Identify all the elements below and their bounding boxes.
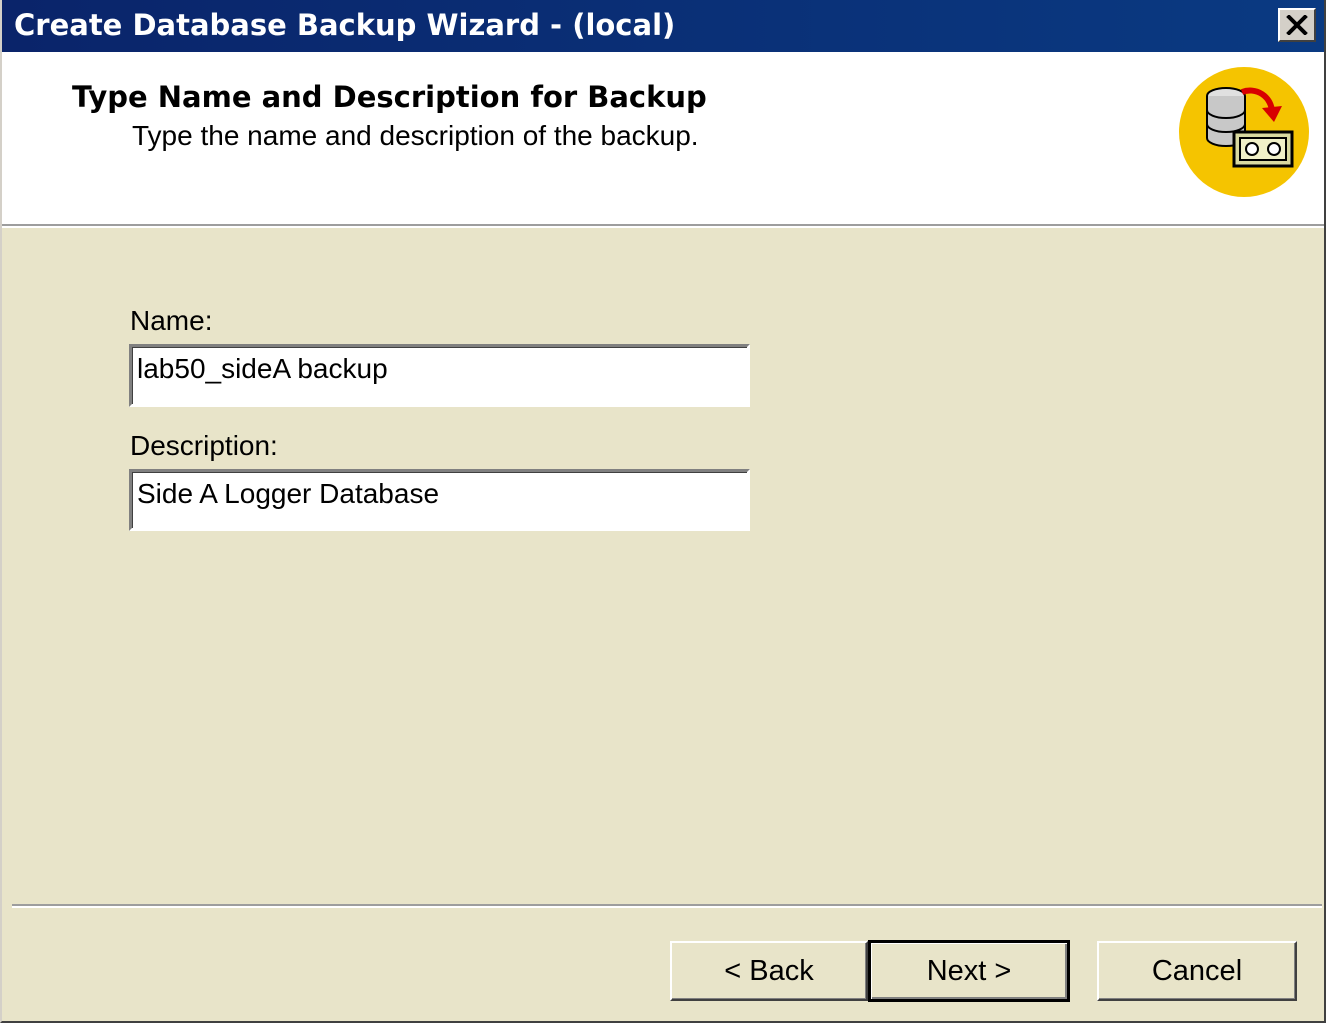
name-field[interactable]: lab50_sideA backup (129, 344, 750, 407)
footer-divider-highlight (12, 906, 1322, 908)
database-backup-icon (1179, 67, 1309, 197)
title-bar[interactable]: Create Database Backup Wizard - (local) (2, 0, 1324, 52)
name-label: Name: (130, 305, 213, 336)
back-button[interactable]: < Back (670, 941, 868, 1001)
close-icon (1286, 15, 1308, 35)
window-title: Create Database Backup Wizard - (local) (14, 8, 676, 42)
cancel-button[interactable]: Cancel (1097, 941, 1297, 1001)
close-button[interactable] (1278, 8, 1316, 42)
header-divider-highlight (2, 226, 1324, 228)
page-title: Type Name and Description for Backup (72, 80, 707, 114)
backup-wizard-window: Create Database Backup Wizard - (local) … (0, 0, 1326, 1023)
next-button[interactable]: Next > (868, 940, 1070, 1002)
description-label: Description: (130, 430, 278, 461)
page-subtitle: Type the name and description of the bac… (132, 120, 699, 151)
description-field[interactable]: Side A Logger Database (129, 469, 750, 531)
